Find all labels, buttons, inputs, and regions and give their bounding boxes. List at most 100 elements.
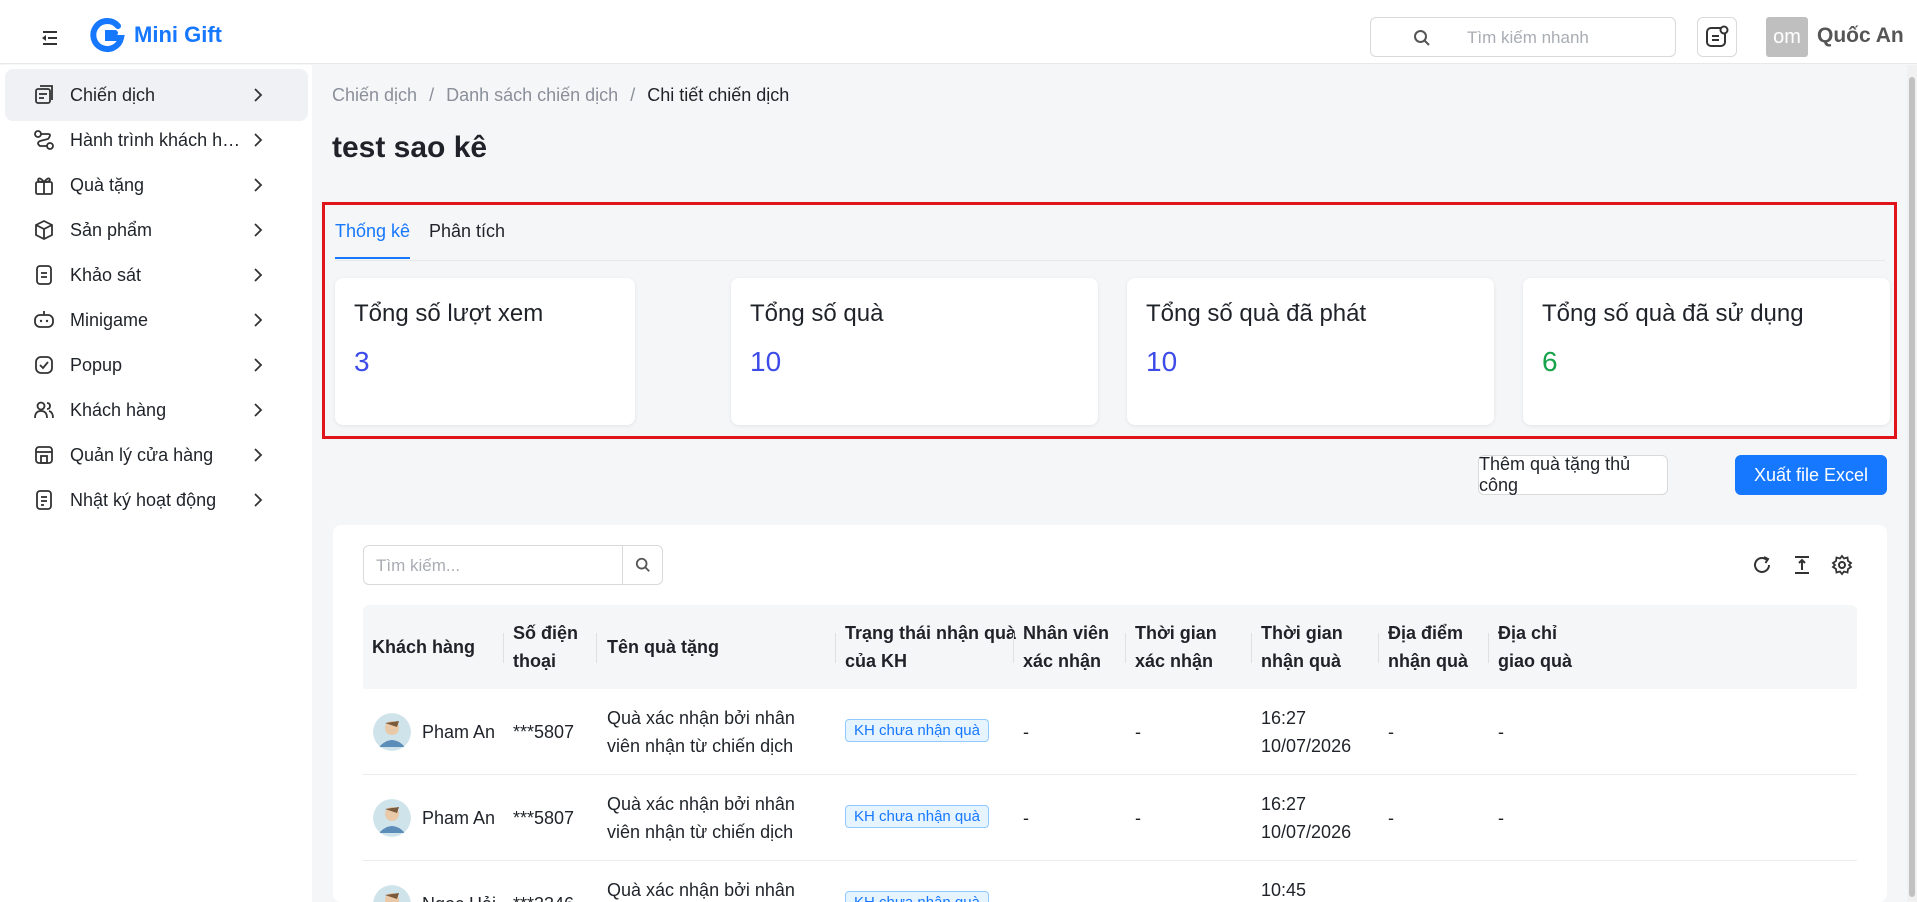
tab-analysis[interactable]: Phân tích	[429, 221, 505, 242]
customer-avatar	[373, 799, 411, 837]
gift-icon	[35, 177, 53, 195]
breadcrumb-item-campaign[interactable]: Chiến dịch	[332, 85, 417, 106]
stat-label: Tổng số lượt xem	[354, 300, 544, 327]
notification-button[interactable]	[1697, 17, 1737, 57]
page-title: test sao kê	[332, 131, 488, 164]
stat-value: 3	[354, 346, 370, 377]
logo-icon	[90, 18, 125, 53]
chevron-right-icon	[254, 493, 263, 507]
table-row[interactable]: Pham An ***5807 Quà xác nhận bởi nhân viên…	[363, 689, 1857, 775]
column-height-icon[interactable]	[1791, 554, 1813, 576]
receive-time: 10:45	[1261, 880, 1307, 900]
chevron-right-icon	[254, 268, 263, 282]
table-search-button[interactable]	[622, 546, 662, 584]
receive-location: -	[1388, 722, 1394, 742]
stats-panel: Thống kê Phân tích Tổng số lượt xem 3 Tổ…	[322, 202, 1897, 439]
sidebar: Chiến dịch Hành trình khách hà... Quà tặng…	[0, 65, 312, 902]
chevron-right-icon	[254, 358, 263, 372]
user-avatar[interactable]: om	[1766, 17, 1808, 57]
status-badge: KH chưa nhận quà	[845, 891, 989, 902]
box-icon	[35, 219, 53, 241]
quick-search-placeholder: Tìm kiếm nhanh	[1467, 28, 1589, 47]
status-badge: KH chưa nhận quà	[845, 805, 989, 828]
page-scrollbar[interactable]	[1907, 65, 1917, 902]
table-row[interactable]: Ngọc Hải ***3346 Quà xác nhận bởi nhân viê…	[363, 861, 1857, 902]
column-divider	[1251, 633, 1252, 663]
add-manual-gift-button[interactable]: Thêm quà tặng thủ công	[1478, 454, 1668, 495]
delivery-address: -	[1498, 808, 1504, 828]
chevron-right-icon	[254, 133, 263, 147]
stat-label: Tổng số quà đã phát	[1146, 300, 1367, 327]
column-header: Khách hàng	[372, 637, 476, 657]
customer-avatar	[373, 885, 411, 902]
sidebar-item-label: Nhật ký hoạt động	[70, 490, 217, 510]
tab-bar: Thống kê Phân tích	[335, 205, 1885, 261]
column-header: Số điện thoại	[513, 623, 579, 671]
column-divider	[1125, 633, 1126, 663]
popup-icon	[35, 356, 53, 374]
column-divider	[835, 633, 836, 663]
table-search-input[interactable]: Tìm kiếm...	[363, 545, 663, 585]
stat-card-views: Tổng số lượt xem 3	[335, 278, 635, 425]
column-divider	[1488, 633, 1489, 663]
stat-value: 6	[1542, 346, 1558, 377]
stat-card-gifts: Tổng số quà 10	[731, 278, 1098, 425]
phone-number: ***3346	[513, 890, 574, 902]
breadcrumb-separator: /	[429, 85, 435, 105]
user-name[interactable]: Quốc An	[1817, 24, 1904, 48]
scrollbar-thumb[interactable]	[1909, 77, 1915, 897]
chevron-right-icon	[254, 313, 263, 327]
chevron-right-icon	[254, 223, 263, 237]
notification-icon	[1706, 25, 1729, 47]
export-excel-button[interactable]: Xuất file Excel	[1735, 455, 1887, 495]
stat-value: 10	[1146, 346, 1178, 377]
sidebar-item-label: Khảo sát	[70, 265, 142, 285]
reload-icon[interactable]	[1751, 554, 1773, 576]
confirm-staff: -	[1023, 808, 1029, 828]
stat-label: Tổng số quà đã sử dụng	[1542, 300, 1804, 327]
sidebar-item-label: Quà tặng	[70, 175, 145, 195]
receive-time: 16:27 10/07/2026	[1261, 794, 1352, 842]
settings-icon[interactable]	[1831, 554, 1853, 576]
gift-name: Quà xác nhận bởi nhân viên nhận từ chiến…	[607, 794, 795, 842]
sidebar-item-activity-log[interactable]: Nhật ký hoạt động	[5, 474, 308, 526]
sidebar-item-label: Sản phẩm	[70, 220, 153, 240]
quick-search-input[interactable]: Tìm kiếm nhanh	[1370, 17, 1676, 57]
chevron-right-icon	[254, 88, 263, 102]
store-icon	[35, 446, 53, 464]
sidebar-item-label: Minigame	[70, 310, 149, 330]
confirm-time: -	[1135, 722, 1141, 742]
table-row[interactable]: Pham An ***5807 Quà xác nhận bởi nhân viên…	[363, 775, 1857, 861]
breadcrumb-separator: /	[630, 85, 636, 105]
gift-name: Quà xác nhận bởi nhân viên nhận	[607, 880, 795, 900]
delivery-address: -	[1498, 722, 1504, 742]
column-header: Nhân viên xác nhận	[1023, 623, 1110, 671]
menu-fold-icon[interactable]	[38, 28, 62, 48]
logo-text: Mini Gift	[134, 22, 222, 47]
stat-label: Tổng số quà	[750, 300, 884, 327]
receive-location: -	[1388, 808, 1394, 828]
table-header: Khách hàng Số điện thoại Tên quà tặng Tr…	[363, 605, 1857, 689]
sidebar-item-label: Khách hàng	[70, 400, 167, 420]
sidebar-item-label: Popup	[70, 355, 123, 375]
status-badge: KH chưa nhận quà	[845, 719, 989, 742]
sidebar-item-label: Hành trình khách hà...	[70, 130, 245, 150]
gift-name: Quà xác nhận bởi nhân viên nhận từ chiến…	[607, 708, 795, 756]
stat-card-gifts-used: Tổng số quà đã sử dụng 6	[1523, 278, 1890, 425]
users-icon	[34, 401, 54, 419]
customer-name: Pham An	[422, 808, 496, 828]
app-logo[interactable]: Mini Gift	[88, 16, 222, 54]
column-header: Thời gian xác nhận	[1135, 623, 1217, 671]
column-divider	[503, 633, 504, 663]
column-divider	[1378, 633, 1379, 663]
app-header: Mini Gift Tìm kiếm nhanh om Quốc An	[0, 0, 1917, 64]
phone-number: ***5807	[513, 808, 575, 828]
search-icon	[1414, 30, 1430, 46]
receive-time: 16:27 10/07/2026	[1261, 708, 1352, 756]
tab-statistics[interactable]: Thống kê	[335, 221, 410, 242]
customer-name: Pham An	[422, 722, 496, 742]
search-icon	[635, 557, 650, 572]
column-divider	[1013, 633, 1014, 663]
breadcrumb-item-campaign-list[interactable]: Danh sách chiến dịch	[446, 85, 618, 106]
breadcrumb-item-current: Chi tiết chiến dịch	[647, 85, 790, 105]
